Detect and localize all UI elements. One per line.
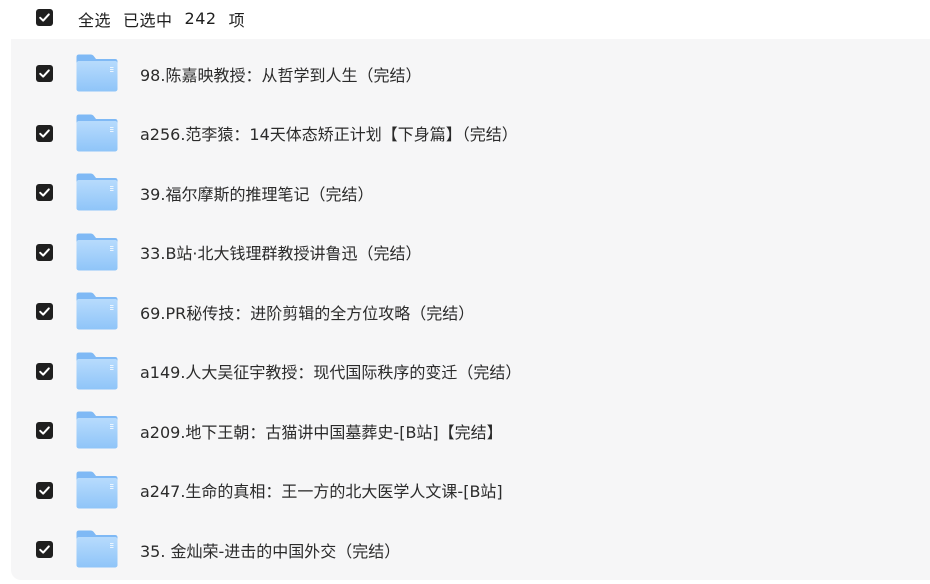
row-checkbox[interactable] — [36, 422, 53, 439]
checkmark-icon — [39, 188, 50, 197]
checkmark-icon — [39, 13, 50, 22]
checkmark-icon — [39, 69, 50, 78]
folder-icon — [76, 530, 118, 568]
checkmark-icon — [39, 426, 50, 435]
checkmark-icon — [39, 307, 50, 316]
row-checkbox[interactable] — [36, 243, 53, 261]
file-name[interactable]: 98.陈嘉映教授：从哲学到人生（完结） — [140, 44, 421, 103]
folder-icon — [76, 292, 118, 330]
folder-icon — [76, 471, 118, 508]
row-checkbox[interactable] — [36, 184, 53, 201]
file-name[interactable]: 33.B站·北大钱理群教授讲鲁迅（完结） — [140, 223, 422, 282]
selected-prefix: 已选中 — [123, 10, 173, 30]
checkmark-icon — [39, 545, 50, 554]
file-name[interactable]: 35. 金灿荣-进击的中国外交（完结） — [140, 520, 400, 579]
file-row[interactable]: a256.范李猿：14天体态矫正计划【下身篇】（完结） — [11, 104, 930, 163]
file-name[interactable]: 39.福尔摩斯的推理笔记（完结） — [140, 163, 373, 222]
file-name[interactable]: a149.人大吴征宇教授：现代国际秩序的变迁（完结） — [140, 342, 521, 401]
selected-count: 242 — [184, 9, 217, 28]
folder-icon — [76, 411, 118, 449]
file-name[interactable]: 69.PR秘传技：进阶剪辑的全方位攻略（完结） — [140, 282, 474, 341]
file-name[interactable]: a247.生命的真相：王一方的北大医学人文课-[B站] — [140, 461, 503, 520]
file-name[interactable]: a209.地下王朝：古猫讲中国墓葬史-[B站]【完结】 — [140, 401, 503, 460]
row-checkbox[interactable] — [36, 541, 53, 558]
folder-icon — [76, 352, 118, 389]
row-checkbox[interactable] — [36, 303, 53, 320]
selected-suffix: 项 — [228, 10, 246, 30]
checkmark-icon — [39, 366, 50, 376]
row-checkbox[interactable] — [36, 362, 53, 380]
row-checkbox[interactable] — [36, 124, 53, 142]
file-row[interactable]: 69.PR秘传技：进阶剪辑的全方位攻略（完结） — [11, 282, 930, 341]
file-row[interactable]: 98.陈嘉映教授：从哲学到人生（完结） — [11, 44, 930, 103]
folder-icon — [76, 233, 118, 270]
selection-header: 全选 已选中 242 项 — [11, 0, 930, 39]
folder-icon — [76, 173, 118, 211]
checkmark-icon — [39, 128, 50, 138]
selection-summary: 全选 已选中 242 项 — [78, 0, 257, 37]
file-row[interactable]: a209.地下王朝：古猫讲中国墓葬史-[B站]【完结】 — [11, 401, 930, 460]
checkmark-icon — [39, 247, 50, 257]
row-checkbox[interactable] — [36, 481, 53, 499]
file-name[interactable]: a256.范李猿：14天体态矫正计划【下身篇】（完结） — [140, 104, 518, 163]
folder-icon — [76, 114, 118, 151]
file-row[interactable]: 33.B站·北大钱理群教授讲鲁迅（完结） — [11, 223, 930, 282]
checkmark-icon — [39, 485, 50, 495]
file-row[interactable]: a149.人大吴征宇教授：现代国际秩序的变迁（完结） — [11, 342, 930, 401]
file-row[interactable]: 35. 金灿荣-进击的中国外交（完结） — [11, 520, 930, 579]
file-row[interactable]: a247.生命的真相：王一方的北大医学人文课-[B站] — [11, 461, 930, 520]
select-all-label[interactable]: 全选 — [78, 7, 111, 31]
file-row[interactable]: 39.福尔摩斯的推理笔记（完结） — [11, 163, 930, 222]
select-all-checkbox[interactable] — [36, 9, 53, 26]
row-checkbox[interactable] — [36, 65, 53, 82]
folder-icon — [76, 54, 118, 92]
